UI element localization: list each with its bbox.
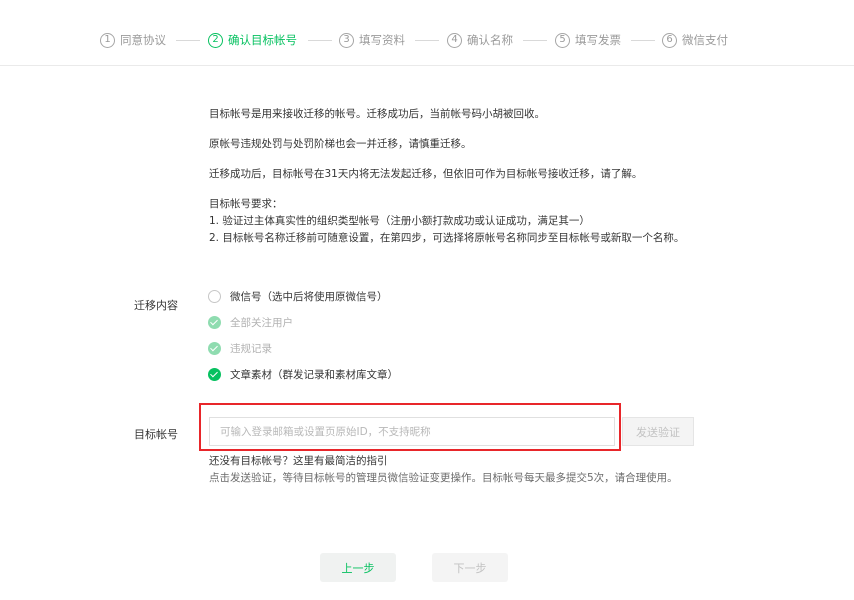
notice-line: 目标帐号是用来接收迁移的帐号。迁移成功后，当前帐号码小胡被回收。 (209, 108, 545, 120)
step-label: 确认名称 (467, 33, 513, 47)
step-separator (415, 40, 439, 41)
step-separator (523, 40, 547, 41)
migrate-content-label: 迁移内容 (134, 299, 178, 312)
option-label: 微信号（选中后将使用原微信号） (230, 291, 388, 303)
step-label: 微信支付 (682, 33, 728, 47)
step-label: 同意协议 (120, 33, 166, 47)
step-number: 1 (100, 32, 115, 48)
step-number: 5 (555, 32, 570, 48)
step-4: 4 确认名称 (447, 32, 513, 48)
step-number: 2 (208, 32, 223, 48)
step-number: 6 (662, 32, 677, 48)
option-label: 违规记录 (230, 343, 272, 355)
notice-line: 迁移成功后，目标帐号在31天内将无法发起迁移，但依旧可作为目标帐号接收迁移，请了… (209, 168, 643, 180)
option-articles[interactable]: 文章素材（群发记录和素材库文章） (208, 367, 398, 382)
step-separator (631, 40, 655, 41)
requirements-title: 目标帐号要求： (209, 198, 283, 210)
step-separator (308, 40, 332, 41)
step-progress-bar: 1 同意协议 2 确认目标帐号 3 填写资料 4 确认名称 5 填写发票 6 微… (0, 0, 854, 66)
step-6: 6 微信支付 (662, 32, 728, 48)
notice-line: 原帐号违规处罚与处罚阶梯也会一并迁移，请慎重迁移。 (209, 138, 472, 150)
check-disabled-icon (208, 316, 221, 329)
step-number: 4 (447, 32, 462, 48)
step-3: 3 填写资料 (339, 32, 405, 48)
step-label: 填写发票 (575, 33, 621, 47)
step-2: 2 确认目标帐号 (208, 32, 297, 48)
step-label: 填写资料 (359, 33, 405, 47)
previous-step-button[interactable]: 上一步 (320, 553, 396, 582)
check-icon[interactable] (208, 368, 221, 381)
option-wechat-id[interactable]: 微信号（选中后将使用原微信号） (208, 289, 388, 304)
next-step-button[interactable]: 下一步 (432, 553, 508, 582)
help-text: 点击发送验证，等待目标帐号的管理员微信验证变更操作。目标帐号每天最多提交5次，请… (209, 472, 678, 484)
requirement-item: 2. 目标帐号名称迁移前可随意设置，在第四步，可选择将原帐号名称同步至目标帐号或… (209, 232, 685, 244)
help-guide-link[interactable]: 还没有目标帐号？这里有最简洁的指引 (209, 453, 699, 470)
target-account-input[interactable] (209, 417, 615, 446)
step-number: 3 (339, 32, 354, 48)
step-separator (176, 40, 200, 41)
requirement-item: 1. 验证过主体真实性的组织类型帐号（注册小额打款成功或认证成功，满足其一） (209, 215, 590, 227)
option-followers: 全部关注用户 (208, 315, 293, 330)
step-5: 5 填写发票 (555, 32, 621, 48)
target-account-label: 目标帐号 (134, 428, 178, 441)
option-label: 全部关注用户 (230, 317, 293, 329)
option-violations: 违规记录 (208, 341, 272, 356)
step-label: 确认目标帐号 (228, 33, 297, 47)
radio-unchecked-icon[interactable] (208, 290, 221, 303)
send-verification-button[interactable]: 发送验证 (622, 417, 694, 446)
check-disabled-icon (208, 342, 221, 355)
option-label: 文章素材（群发记录和素材库文章） (230, 369, 398, 381)
step-1: 1 同意协议 (100, 32, 166, 48)
